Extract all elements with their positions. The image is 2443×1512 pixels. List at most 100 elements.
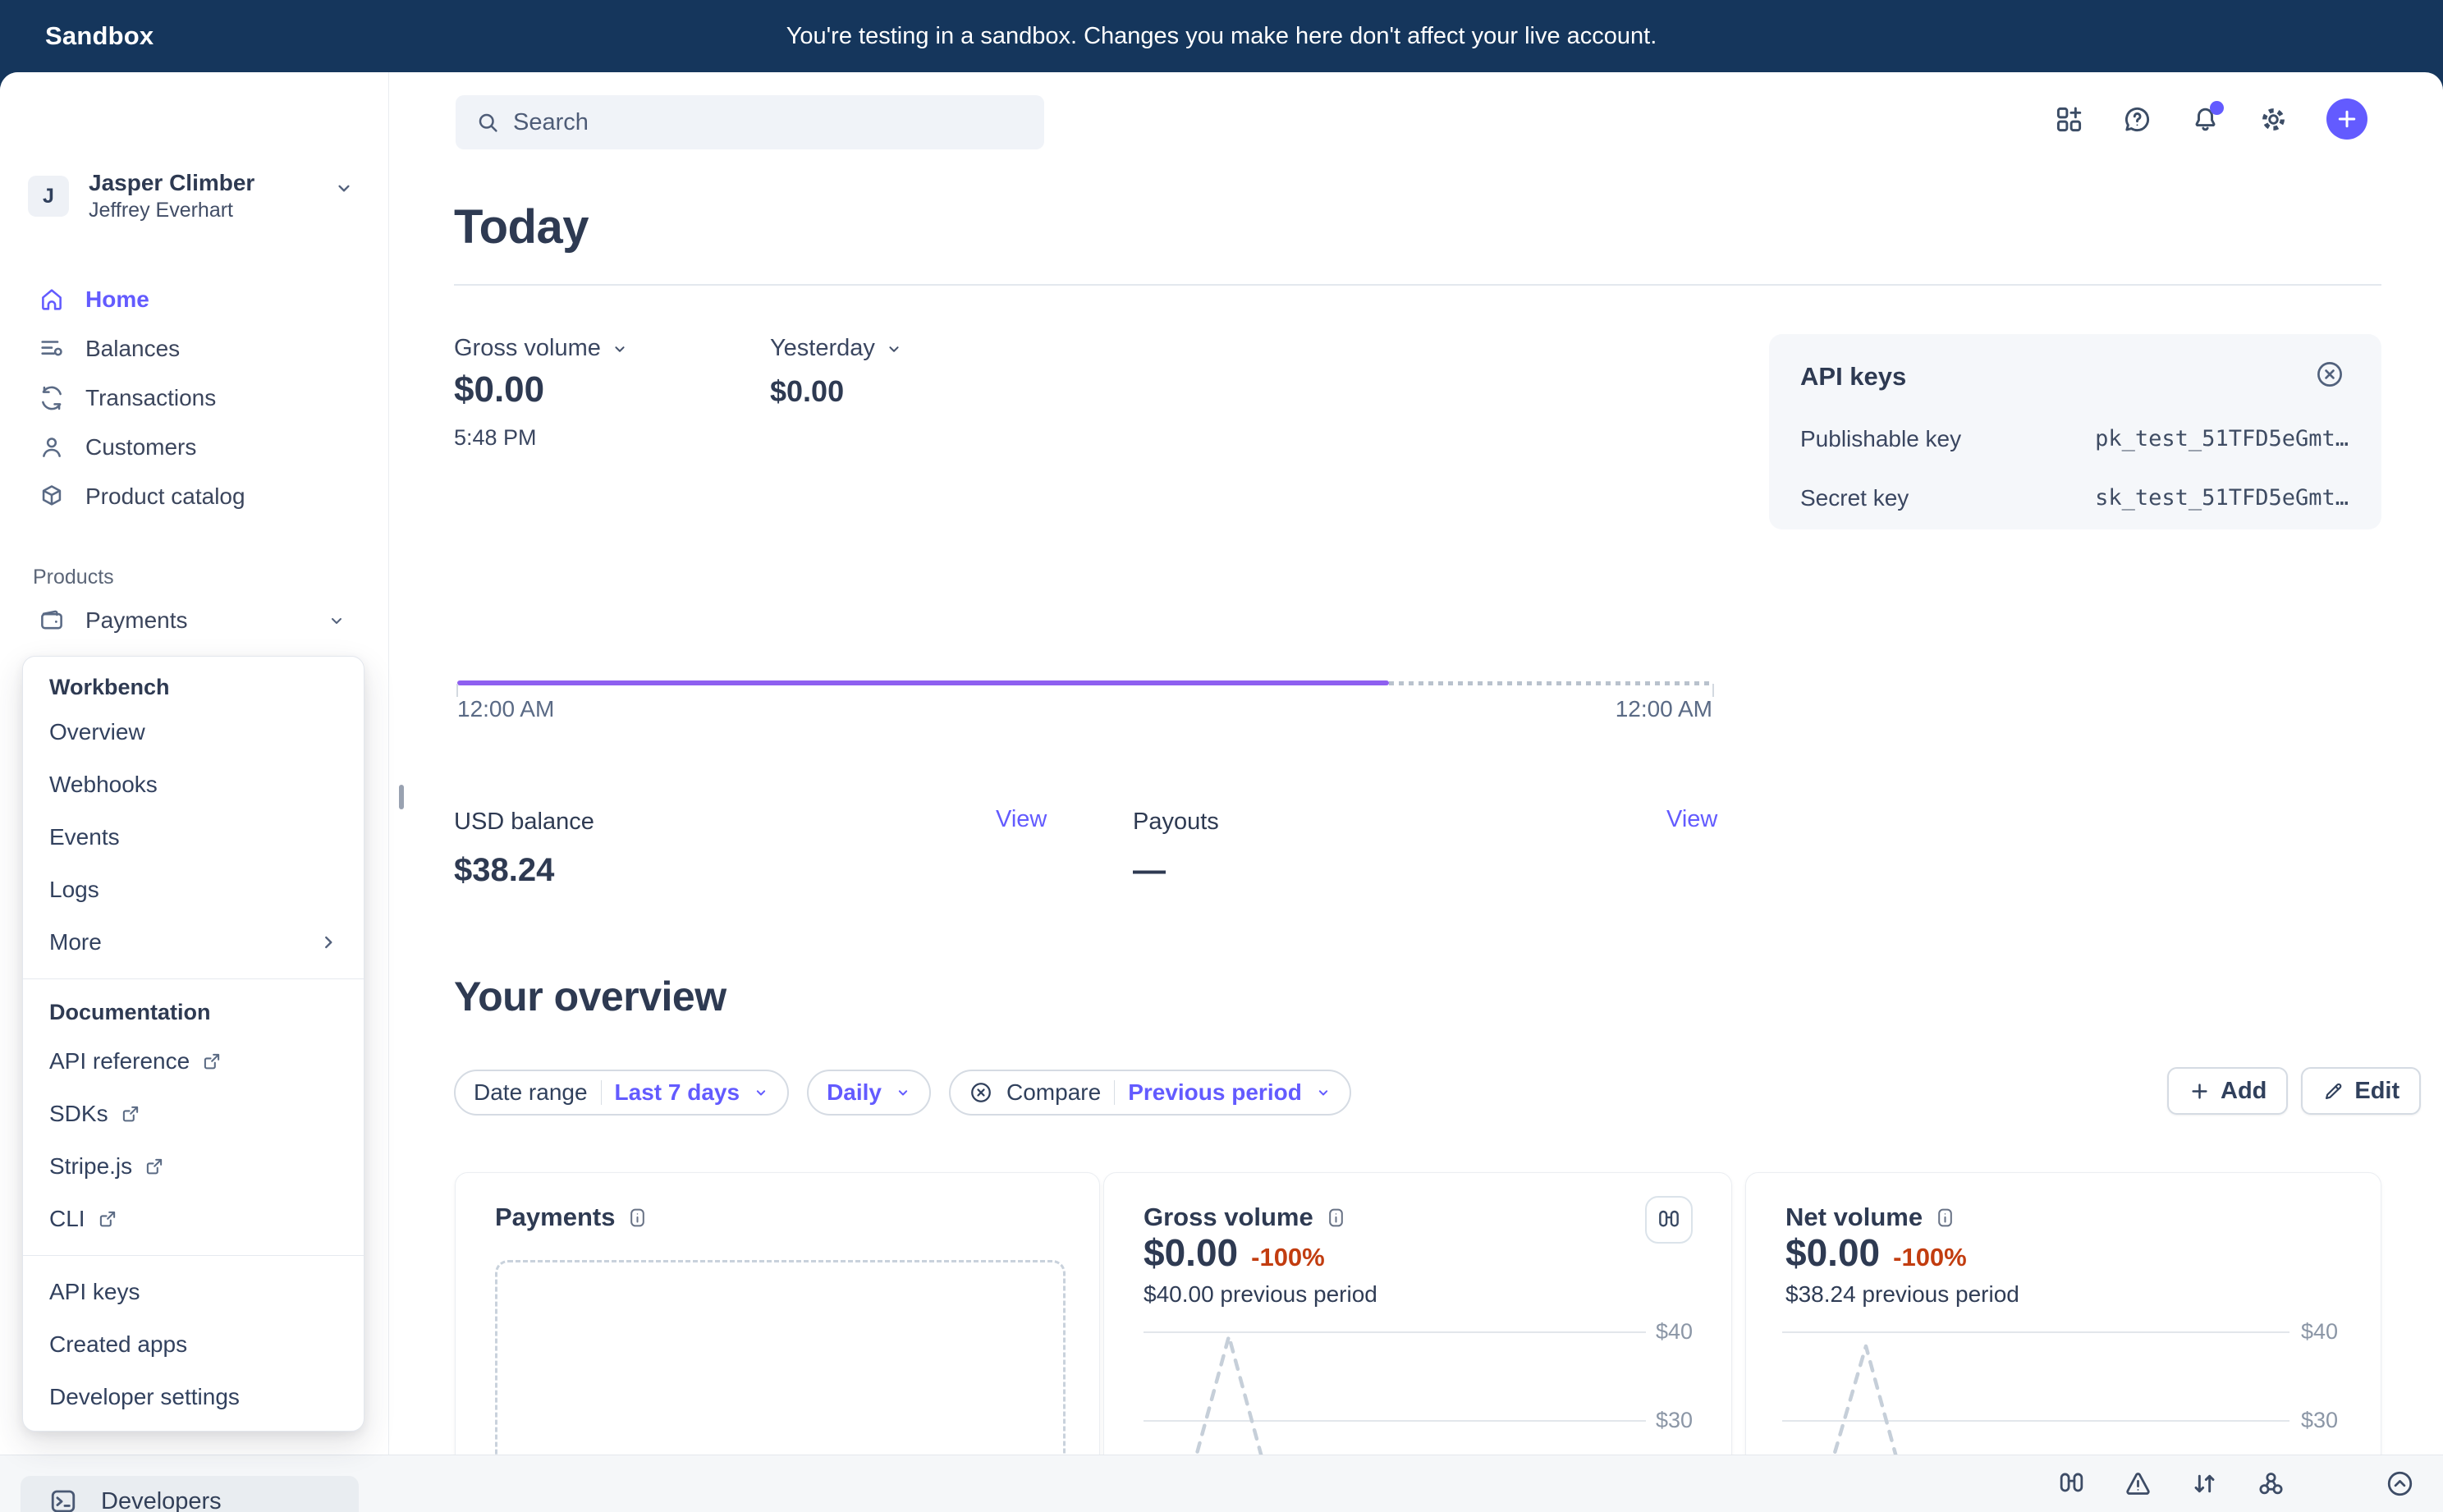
interval-filter[interactable]: Daily: [807, 1070, 931, 1116]
today-chart-projection-line: [1389, 681, 1712, 685]
menu-divider: [23, 1255, 364, 1256]
inspect-button[interactable]: [1645, 1196, 1693, 1244]
search-input[interactable]: [513, 109, 1006, 136]
menu-item-events[interactable]: Events: [23, 811, 364, 864]
usd-balance-view-link[interactable]: View: [996, 806, 1047, 833]
stripe-sandbox-dashboard: You're testing in a sandbox. Changes you…: [0, 0, 2443, 1512]
info-icon: [1325, 1207, 1347, 1229]
search-icon: [475, 110, 500, 135]
menu-item-more[interactable]: More: [23, 916, 364, 969]
usd-balance-value: $38.24: [454, 852, 554, 889]
yesterday-selector[interactable]: Yesterday: [770, 335, 903, 362]
overview-filters: Date range Last 7 days Daily Compare Pre…: [454, 1070, 1351, 1116]
alert-triangle-icon[interactable]: [2123, 1468, 2153, 1499]
sidebar-item-label: Customers: [85, 434, 196, 460]
menu-item-api-reference[interactable]: API reference: [23, 1035, 364, 1088]
card-amount-row: $0.00 -100%: [1785, 1230, 1967, 1275]
card-title: Payments: [495, 1203, 649, 1232]
menu-item-stripejs[interactable]: Stripe.js: [23, 1140, 364, 1193]
menu-item-sdks[interactable]: SDKs: [23, 1088, 364, 1140]
sidebar-item-transactions[interactable]: Transactions: [0, 373, 389, 423]
overview-actions: Add Edit: [2167, 1067, 2421, 1115]
sidebar-nav: Home Balances Transactions Customers Pro…: [0, 275, 389, 694]
chevron-right-icon: [318, 932, 339, 953]
publishable-key-label: Publishable key: [1800, 426, 1961, 452]
collapse-up-icon[interactable]: [2385, 1468, 2415, 1499]
sidebar-item-label: Payments: [85, 607, 188, 634]
chevron-down-icon: [611, 340, 629, 358]
sidebar-item-label: Product catalog: [85, 483, 245, 510]
menu-item-overview[interactable]: Overview: [23, 706, 364, 758]
panel-resize-handle[interactable]: [399, 785, 404, 809]
avatar: J: [28, 176, 69, 217]
popup-header-workbench: Workbench: [23, 668, 364, 706]
previous-period-value: $38.24 previous period: [1785, 1281, 2019, 1308]
apps-grid-icon[interactable]: [2054, 104, 2084, 135]
secret-key-value[interactable]: sk_test_51TFD5eGmt…: [2095, 485, 2349, 511]
help-icon[interactable]: [2122, 104, 2152, 135]
sort-arrows-icon[interactable]: [2189, 1468, 2220, 1499]
sidebar-item-payments[interactable]: Payments: [0, 596, 389, 645]
plus-icon: [2189, 1080, 2211, 1102]
search-bar[interactable]: [456, 95, 1044, 149]
pencil-icon: [2322, 1080, 2344, 1102]
notification-dot: [2210, 101, 2224, 115]
yesterday-amount: $0.00: [770, 374, 844, 409]
menu-item-logs[interactable]: Logs: [23, 864, 364, 916]
usd-balance-label: USD balance: [454, 809, 594, 836]
add-button[interactable]: Add: [2167, 1067, 2288, 1115]
secret-key-label: Secret key: [1800, 485, 1909, 511]
info-icon: [626, 1207, 649, 1229]
developers-button[interactable]: Developers: [21, 1476, 359, 1512]
remove-compare-icon[interactable]: [969, 1080, 993, 1105]
settings-gear-icon[interactable]: [2258, 104, 2289, 135]
create-button[interactable]: [2326, 99, 2367, 140]
compare-filter[interactable]: Compare Previous period: [949, 1070, 1351, 1116]
sidebar-item-product-catalog[interactable]: Product catalog: [0, 472, 389, 521]
sidebar-item-label: Balances: [85, 336, 180, 362]
date-range-filter[interactable]: Date range Last 7 days: [454, 1070, 789, 1116]
sandbox-topbar: You're testing in a sandbox. Changes you…: [0, 0, 2443, 72]
today-chart-line: [457, 680, 1389, 685]
y-axis-tick: $30: [1656, 1408, 1693, 1433]
close-icon[interactable]: [2314, 359, 2345, 390]
header-actions: [2054, 99, 2367, 140]
webhooks-icon[interactable]: [2256, 1468, 2286, 1499]
card-amount: $0.00: [1785, 1230, 1880, 1275]
notifications-bell-icon[interactable]: [2190, 104, 2221, 135]
binoculars-icon[interactable]: [2056, 1468, 2087, 1499]
sidebar-item-balances[interactable]: Balances: [0, 324, 389, 373]
card-delta-badge: -100%: [1893, 1243, 1967, 1272]
gridline: [1782, 1420, 2289, 1422]
menu-item-developer-settings[interactable]: Developer settings: [23, 1371, 364, 1423]
transactions-icon: [38, 384, 66, 412]
toolbar-icons: [2056, 1468, 2415, 1499]
account-switcher[interactable]: J Jasper Climber Jeffrey Everhart: [28, 169, 361, 223]
section-divider: [454, 284, 2381, 286]
gross-volume-selector[interactable]: Gross volume: [454, 335, 629, 362]
payouts-value: —: [1133, 852, 1166, 889]
menu-item-created-apps[interactable]: Created apps: [23, 1318, 364, 1371]
payouts-view-link[interactable]: View: [1666, 806, 1717, 833]
menu-item-api-keys[interactable]: API keys: [23, 1266, 364, 1318]
y-axis-tick: $40: [1656, 1319, 1693, 1345]
product-catalog-icon: [38, 483, 66, 511]
payouts-label: Payouts: [1133, 809, 1219, 836]
sandbox-notice: You're testing in a sandbox. Changes you…: [0, 0, 2443, 72]
gross-volume-time: 5:48 PM: [454, 425, 537, 451]
menu-item-cli[interactable]: CLI: [23, 1193, 364, 1245]
menu-item-webhooks[interactable]: Webhooks: [23, 758, 364, 811]
card-title: Net volume: [1785, 1203, 1956, 1232]
chevron-down-icon: [333, 177, 355, 199]
sidebar-item-customers[interactable]: Customers: [0, 423, 389, 472]
developer-toolbar: Developers: [0, 1455, 2443, 1512]
external-link-icon: [97, 1208, 118, 1230]
home-icon: [38, 286, 66, 314]
gridline: [1144, 1331, 1646, 1333]
sidebar-item-home[interactable]: Home: [0, 275, 389, 324]
api-keys-title: API keys: [1800, 362, 1906, 392]
publishable-key-value[interactable]: pk_test_51TFD5eGmt…: [2095, 426, 2349, 451]
gridline: [1144, 1420, 1646, 1422]
edit-button[interactable]: Edit: [2301, 1067, 2421, 1115]
developers-label: Developers: [101, 1488, 222, 1512]
